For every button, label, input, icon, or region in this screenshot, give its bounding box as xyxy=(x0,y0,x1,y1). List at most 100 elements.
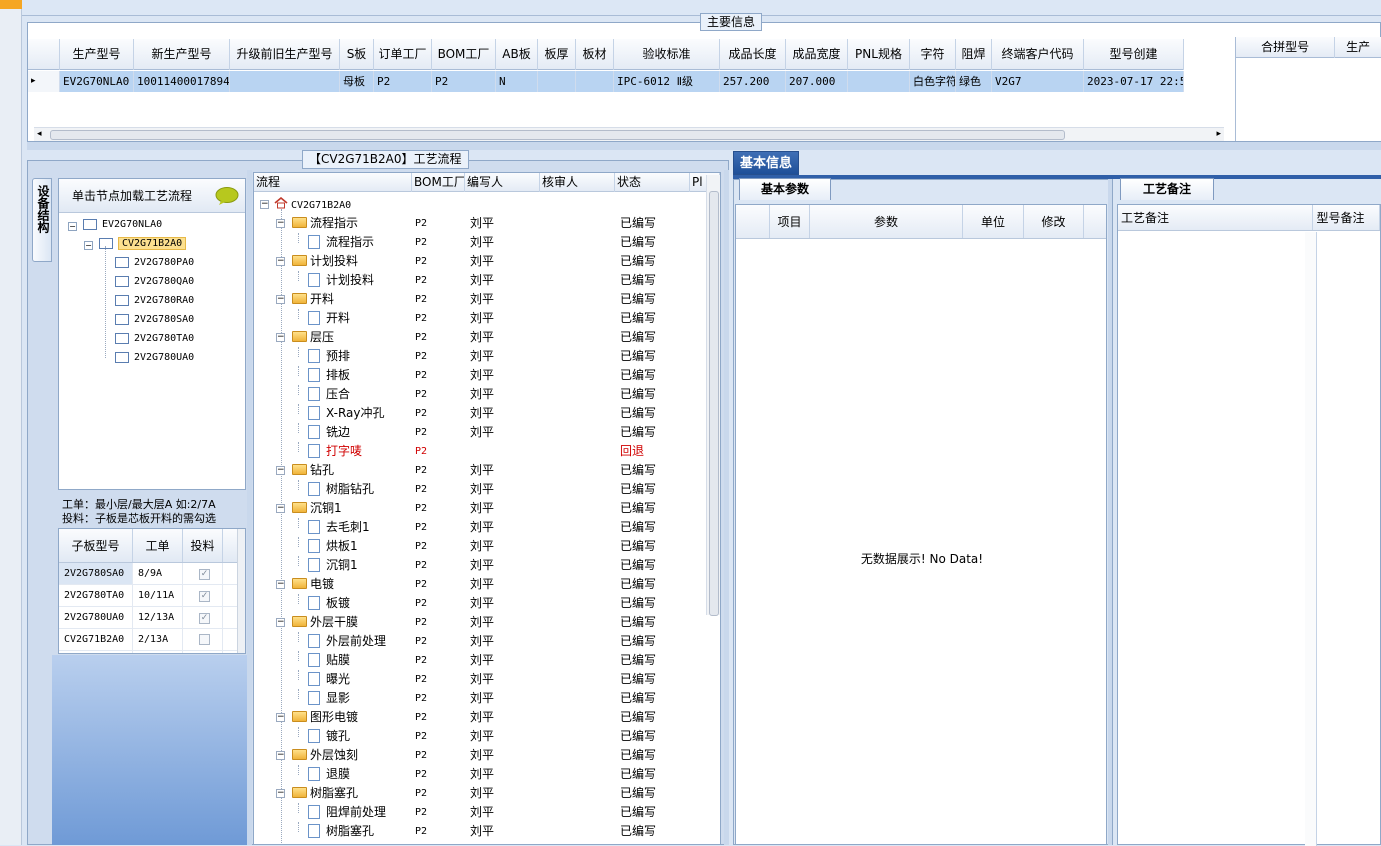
feed-checkbox[interactable]: ✓ xyxy=(199,591,210,602)
merge-column-header[interactable]: 生产 xyxy=(1335,37,1381,58)
tab-basic-info[interactable]: 基本信息 xyxy=(733,151,799,175)
grid-cell[interactable]: EV2G70NLA0 xyxy=(60,71,134,92)
column-header[interactable]: PNL规格 xyxy=(848,39,910,70)
tree-node[interactable]: 2V2G780SA0 xyxy=(115,311,194,328)
column-header[interactable]: 子板型号 xyxy=(59,529,133,562)
sub-model-cell[interactable]: 2V2G780SA0 xyxy=(59,563,133,584)
column-header[interactable]: 新生产型号 xyxy=(134,39,230,70)
column-header[interactable]: 订单工厂 xyxy=(374,39,432,70)
flow-row[interactable]: − 外层蚀刻 P2 刘平 已编写 xyxy=(254,746,694,765)
flow-row[interactable]: − 钻孔 P2 刘平 已编写 xyxy=(254,461,694,480)
flow-row[interactable]: 树脂钻孔 P2 刘平 已编写 xyxy=(254,480,694,499)
column-header[interactable]: BOM工厂 xyxy=(432,39,496,70)
column-header[interactable]: 编写人 xyxy=(465,173,540,192)
column-header[interactable]: 项目 xyxy=(770,205,810,238)
scroll-thumb[interactable] xyxy=(709,191,719,616)
flow-row[interactable]: − 电镀 P2 刘平 已编写 xyxy=(254,575,694,594)
column-header[interactable]: 板厚 xyxy=(538,39,576,70)
grid-cell[interactable]: P2 xyxy=(432,71,496,92)
collapse-icon[interactable]: − xyxy=(276,580,285,589)
row-pointer-icon[interactable]: ▸ xyxy=(28,71,60,92)
column-header[interactable]: 参数 xyxy=(810,205,963,238)
flow-row[interactable]: 曝光 P2 刘平 已编写 xyxy=(254,670,694,689)
column-header[interactable]: 修改 xyxy=(1024,205,1084,238)
grid-cell[interactable]: P2 xyxy=(374,71,432,92)
sub-model-cell[interactable] xyxy=(59,651,133,653)
collapse-icon[interactable]: − xyxy=(276,295,285,304)
tree-node[interactable]: 2V2G780UA0 xyxy=(115,349,194,366)
tree-node-selected[interactable]: CV2G71B2A0 xyxy=(99,235,187,252)
grid-cell[interactable] xyxy=(538,71,576,92)
vertical-scrollbar[interactable] xyxy=(237,529,245,653)
vertical-splitter[interactable] xyxy=(724,170,729,845)
equipment-structure-tab[interactable]: 设备结构 xyxy=(32,178,52,262)
grid-cell[interactable]: N xyxy=(496,71,538,92)
column-header[interactable]: 生产型号 xyxy=(60,39,134,70)
column-header[interactable]: 板材 xyxy=(576,39,614,70)
collapse-icon[interactable]: − xyxy=(84,241,93,250)
collapse-icon[interactable]: − xyxy=(276,789,285,798)
horizontal-scrollbar[interactable]: ◂ ▸ xyxy=(34,127,1224,141)
feed-checkbox[interactable]: ✓ xyxy=(199,569,210,580)
flow-row[interactable]: 去毛刺1 P2 刘平 已编写 xyxy=(254,518,694,537)
tab-basic-params[interactable]: 基本参数 xyxy=(739,178,831,200)
grid-cell[interactable]: 白色字符 xyxy=(910,71,956,92)
flow-row[interactable]: X-Ray冲孔 P2 刘平 已编写 xyxy=(254,404,694,423)
tree-node[interactable]: 2V2G780TA0 xyxy=(115,330,194,347)
grid-cell[interactable]: IPC-6012 Ⅱ级 xyxy=(614,71,720,92)
column-header[interactable]: 核审人 xyxy=(540,173,615,192)
flow-row[interactable]: 预排 P2 刘平 已编写 xyxy=(254,347,694,366)
column-header[interactable]: 状态 xyxy=(615,173,690,192)
feed-cell[interactable] xyxy=(183,629,223,650)
flow-row[interactable]: − 流程指示 P2 刘平 已编写 xyxy=(254,214,694,233)
feed-cell[interactable]: ✓ xyxy=(183,563,223,584)
flow-row[interactable]: 退膜 P2 刘平 已编写 xyxy=(254,765,694,784)
flow-row[interactable]: − 外层干膜 P2 刘平 已编写 xyxy=(254,613,694,632)
flow-row[interactable]: 流程指示 P2 刘平 已编写 xyxy=(254,233,694,252)
tree-node[interactable]: 2V2G780PA0 xyxy=(115,254,194,271)
flow-vertical-scrollbar[interactable] xyxy=(706,175,720,616)
flow-row[interactable]: 贴膜 P2 刘平 已编写 xyxy=(254,651,694,670)
order-cell[interactable]: 2/13A xyxy=(133,629,183,650)
table-row[interactable]: CV2G71B2A0 2/13A xyxy=(59,629,245,651)
column-header[interactable]: 成品长度 xyxy=(720,39,786,70)
flow-row[interactable]: 开料 P2 刘平 已编写 xyxy=(254,309,694,328)
flow-row[interactable]: − 开料 P2 刘平 已编写 xyxy=(254,290,694,309)
order-cell[interactable]: 12/13A xyxy=(133,607,183,628)
collapse-icon[interactable]: − xyxy=(276,466,285,475)
merge-column-header[interactable]: 合拼型号 xyxy=(1236,37,1336,58)
main-grid-row[interactable]: ▸ EV2G70NLA0 10011400017894 母板 P2 P2 N IPC-6012… xyxy=(28,71,1184,92)
column-header[interactable]: 验收标准 xyxy=(614,39,720,70)
column-header[interactable]: 阻焊 xyxy=(956,39,992,70)
column-header[interactable]: 投料 xyxy=(183,529,223,562)
column-header[interactable]: 流程 xyxy=(254,173,412,192)
scroll-thumb[interactable] xyxy=(50,130,1065,140)
order-cell[interactable] xyxy=(133,651,183,653)
flow-row[interactable]: 外层前处理 P2 刘平 已编写 xyxy=(254,632,694,651)
table-row[interactable]: 2V2G780TA0 10/11A ✓ xyxy=(59,585,245,607)
table-row[interactable]: 2V2G780UA0 12/13A ✓ xyxy=(59,607,245,629)
grid-cell[interactable]: 257.200 xyxy=(720,71,786,92)
flow-row[interactable]: 镀孔 P2 刘平 已编写 xyxy=(254,727,694,746)
grid-cell[interactable]: 2023-07-17 22:58: xyxy=(1084,71,1184,92)
tree-node[interactable]: 2V2G780QA0 xyxy=(115,273,194,290)
vertical-splitter[interactable] xyxy=(247,170,252,845)
collapse-icon[interactable]: − xyxy=(260,200,269,209)
column-header[interactable]: 型号备注 xyxy=(1313,205,1380,230)
flow-row[interactable]: 树脂塞孔 P2 刘平 已编写 xyxy=(254,822,694,841)
order-cell[interactable]: 10/11A xyxy=(133,585,183,606)
flow-row[interactable]: 打字唛 P2 回退 xyxy=(254,442,694,461)
flow-row[interactable]: 显影 P2 刘平 已编写 xyxy=(254,689,694,708)
column-header[interactable]: 字符 xyxy=(910,39,956,70)
column-header[interactable]: 工单 xyxy=(133,529,183,562)
tree-node[interactable]: 2V2G780RA0 xyxy=(115,292,194,309)
grid-cell[interactable]: V2G7 xyxy=(992,71,1084,92)
column-header[interactable]: 型号创建 xyxy=(1084,39,1184,70)
grid-cell[interactable]: 10011400017894 xyxy=(134,71,230,92)
collapse-icon[interactable]: − xyxy=(276,333,285,342)
flow-row[interactable]: 阻焊前处理 P2 刘平 已编写 xyxy=(254,803,694,822)
flow-row[interactable]: − 层压 P2 刘平 已编写 xyxy=(254,328,694,347)
flow-row[interactable]: − 沉铜1 P2 刘平 已编写 xyxy=(254,499,694,518)
collapse-icon[interactable]: − xyxy=(276,504,285,513)
column-header[interactable]: 成品宽度 xyxy=(786,39,848,70)
